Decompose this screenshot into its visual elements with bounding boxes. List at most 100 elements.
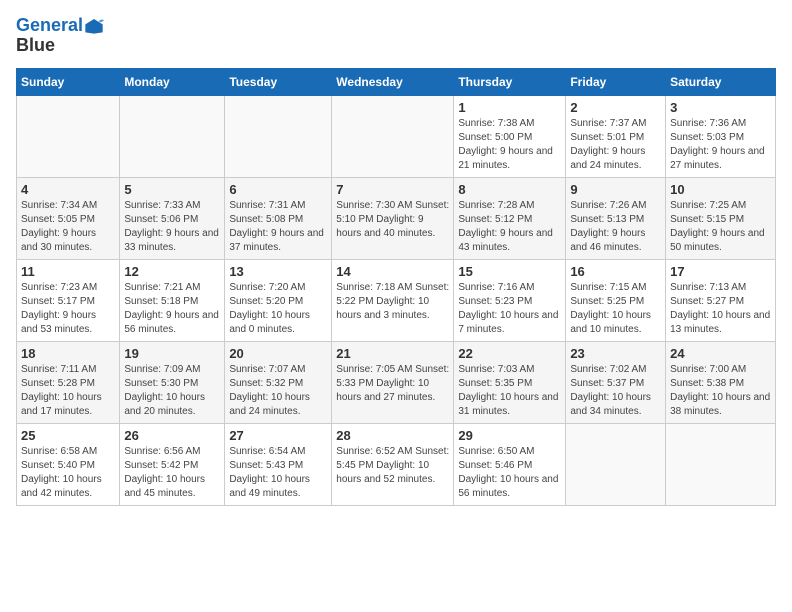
day-number: 19 <box>124 346 220 361</box>
header-wednesday: Wednesday <box>332 69 454 96</box>
page-header: GeneralBlue <box>16 16 776 56</box>
calendar-cell: 12 Sunrise: 7:21 AM Sunset: 5:18 PM Dayli… <box>120 260 225 342</box>
calendar-cell: 29 Sunrise: 6:50 AM Sunset: 5:46 PM Dayli… <box>454 424 566 506</box>
day-info: Sunrise: 6:54 AM Sunset: 5:43 PM Dayligh… <box>229 445 327 501</box>
calendar-cell: 2 Sunrise: 7:37 AM Sunset: 5:01 PM Daylig… <box>566 96 666 178</box>
day-info: Sunrise: 7:15 AM Sunset: 5:25 PM Dayligh… <box>570 281 661 337</box>
day-number: 28 <box>336 428 449 443</box>
day-number: 11 <box>21 264 115 279</box>
calendar-week-row: 25Sunrise: 6:58 AM Sunset: 5:40 PM Dayli… <box>17 424 776 506</box>
day-number: 29 <box>458 428 561 443</box>
calendar-cell <box>120 96 225 178</box>
calendar-cell: 10 Sunrise: 7:25 AM Sunset: 5:15 PM Dayli… <box>666 178 776 260</box>
calendar-cell: 11 Sunrise: 7:23 AM Sunset: 5:17 PM Dayli… <box>17 260 120 342</box>
day-info: Sunrise: 7:28 AM Sunset: 5:12 PM Dayligh… <box>458 199 561 255</box>
calendar-cell: 26 Sunrise: 6:56 AM Sunset: 5:42 PM Dayli… <box>120 424 225 506</box>
calendar-cell <box>566 424 666 506</box>
day-info: Sunrise: 7:34 AM Sunset: 5:05 PM Dayligh… <box>21 199 115 255</box>
day-number: 13 <box>229 264 327 279</box>
header-friday: Friday <box>566 69 666 96</box>
calendar-cell: 8 Sunrise: 7:28 AM Sunset: 5:12 PM Daylig… <box>454 178 566 260</box>
day-info: Sunrise: 7:36 AM Sunset: 5:03 PM Dayligh… <box>670 117 771 173</box>
day-number: 9 <box>570 182 661 197</box>
day-info: Sunrise: 7:18 AM Sunset: 5:22 PM Dayligh… <box>336 281 449 323</box>
calendar-cell: 16 Sunrise: 7:15 AM Sunset: 5:25 PM Dayli… <box>566 260 666 342</box>
day-number: 4 <box>21 182 115 197</box>
day-number: 22 <box>458 346 561 361</box>
day-number: 24 <box>670 346 771 361</box>
day-info: Sunrise: 7:38 AM Sunset: 5:00 PM Dayligh… <box>458 117 561 173</box>
calendar-cell <box>332 96 454 178</box>
calendar-cell: 22 Sunrise: 7:03 AM Sunset: 5:35 PM Dayli… <box>454 342 566 424</box>
calendar-cell: 3 Sunrise: 7:36 AM Sunset: 5:03 PM Daylig… <box>666 96 776 178</box>
header-saturday: Saturday <box>666 69 776 96</box>
day-number: 1 <box>458 100 561 115</box>
logo-text: GeneralBlue <box>16 16 105 56</box>
day-info: Sunrise: 7:33 AM Sunset: 5:06 PM Dayligh… <box>124 199 220 255</box>
calendar-cell: 6 Sunrise: 7:31 AM Sunset: 5:08 PM Daylig… <box>225 178 332 260</box>
day-number: 10 <box>670 182 771 197</box>
calendar-cell: 1 Sunrise: 7:38 AM Sunset: 5:00 PM Daylig… <box>454 96 566 178</box>
day-info: Sunrise: 7:16 AM Sunset: 5:23 PM Dayligh… <box>458 281 561 337</box>
calendar-cell: 5 Sunrise: 7:33 AM Sunset: 5:06 PM Daylig… <box>120 178 225 260</box>
day-number: 18 <box>21 346 115 361</box>
calendar-cell: 18 Sunrise: 7:11 AM Sunset: 5:28 PM Dayli… <box>17 342 120 424</box>
day-number: 15 <box>458 264 561 279</box>
day-info: Sunrise: 7:23 AM Sunset: 5:17 PM Dayligh… <box>21 281 115 337</box>
day-number: 8 <box>458 182 561 197</box>
day-info: Sunrise: 7:11 AM Sunset: 5:28 PM Dayligh… <box>21 363 115 419</box>
day-info: Sunrise: 7:05 AM Sunset: 5:33 PM Dayligh… <box>336 363 449 405</box>
day-number: 12 <box>124 264 220 279</box>
header-tuesday: Tuesday <box>225 69 332 96</box>
calendar-cell: 20Sunrise: 7:07 AM Sunset: 5:32 PM Dayli… <box>225 342 332 424</box>
day-info: Sunrise: 7:03 AM Sunset: 5:35 PM Dayligh… <box>458 363 561 419</box>
calendar-cell: 21 Sunrise: 7:05 AM Sunset: 5:33 PM Dayli… <box>332 342 454 424</box>
day-info: Sunrise: 7:37 AM Sunset: 5:01 PM Dayligh… <box>570 117 661 173</box>
day-info: Sunrise: 7:21 AM Sunset: 5:18 PM Dayligh… <box>124 281 220 337</box>
day-number: 27 <box>229 428 327 443</box>
calendar-cell <box>17 96 120 178</box>
calendar-cell: 15 Sunrise: 7:16 AM Sunset: 5:23 PM Dayli… <box>454 260 566 342</box>
day-info: Sunrise: 7:31 AM Sunset: 5:08 PM Dayligh… <box>229 199 327 255</box>
day-info: Sunrise: 7:07 AM Sunset: 5:32 PM Dayligh… <box>229 363 327 419</box>
calendar-cell: 25Sunrise: 6:58 AM Sunset: 5:40 PM Dayli… <box>17 424 120 506</box>
calendar-week-row: 11 Sunrise: 7:23 AM Sunset: 5:17 PM Dayli… <box>17 260 776 342</box>
day-number: 2 <box>570 100 661 115</box>
day-number: 23 <box>570 346 661 361</box>
day-number: 6 <box>229 182 327 197</box>
calendar-header-row: SundayMondayTuesdayWednesdayThursdayFrid… <box>17 69 776 96</box>
calendar-cell: 7 Sunrise: 7:30 AM Sunset: 5:10 PM Daylig… <box>332 178 454 260</box>
day-number: 3 <box>670 100 771 115</box>
day-number: 7 <box>336 182 449 197</box>
day-number: 25 <box>21 428 115 443</box>
day-info: Sunrise: 7:20 AM Sunset: 5:20 PM Dayligh… <box>229 281 327 337</box>
day-number: 16 <box>570 264 661 279</box>
calendar-week-row: 1 Sunrise: 7:38 AM Sunset: 5:00 PM Daylig… <box>17 96 776 178</box>
header-sunday: Sunday <box>17 69 120 96</box>
day-info: Sunrise: 7:09 AM Sunset: 5:30 PM Dayligh… <box>124 363 220 419</box>
calendar-cell: 13 Sunrise: 7:20 AM Sunset: 5:20 PM Dayli… <box>225 260 332 342</box>
day-number: 14 <box>336 264 449 279</box>
day-info: Sunrise: 7:02 AM Sunset: 5:37 PM Dayligh… <box>570 363 661 419</box>
calendar-cell: 28Sunrise: 6:52 AM Sunset: 5:45 PM Dayli… <box>332 424 454 506</box>
day-number: 17 <box>670 264 771 279</box>
day-info: Sunrise: 7:26 AM Sunset: 5:13 PM Dayligh… <box>570 199 661 255</box>
day-info: Sunrise: 7:30 AM Sunset: 5:10 PM Dayligh… <box>336 199 449 241</box>
day-info: Sunrise: 7:00 AM Sunset: 5:38 PM Dayligh… <box>670 363 771 419</box>
calendar-cell: 19 Sunrise: 7:09 AM Sunset: 5:30 PM Dayli… <box>120 342 225 424</box>
day-info: Sunrise: 6:56 AM Sunset: 5:42 PM Dayligh… <box>124 445 220 501</box>
calendar-cell: 14 Sunrise: 7:18 AM Sunset: 5:22 PM Dayli… <box>332 260 454 342</box>
day-number: 21 <box>336 346 449 361</box>
day-info: Sunrise: 7:25 AM Sunset: 5:15 PM Dayligh… <box>670 199 771 255</box>
calendar-week-row: 4 Sunrise: 7:34 AM Sunset: 5:05 PM Daylig… <box>17 178 776 260</box>
calendar-cell: 27 Sunrise: 6:54 AM Sunset: 5:43 PM Dayli… <box>225 424 332 506</box>
day-number: 26 <box>124 428 220 443</box>
header-thursday: Thursday <box>454 69 566 96</box>
calendar-cell <box>225 96 332 178</box>
day-number: 5 <box>124 182 220 197</box>
header-monday: Monday <box>120 69 225 96</box>
day-info: Sunrise: 6:50 AM Sunset: 5:46 PM Dayligh… <box>458 445 561 501</box>
calendar-cell: 23 Sunrise: 7:02 AM Sunset: 5:37 PM Dayli… <box>566 342 666 424</box>
calendar-cell <box>666 424 776 506</box>
day-info: Sunrise: 7:13 AM Sunset: 5:27 PM Dayligh… <box>670 281 771 337</box>
